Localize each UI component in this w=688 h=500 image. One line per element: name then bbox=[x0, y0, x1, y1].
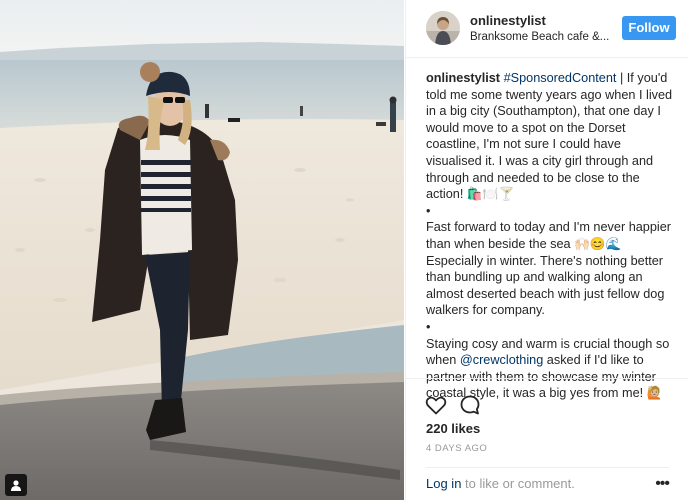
mention-link[interactable]: @crewclothing bbox=[460, 353, 543, 367]
post-caption: onlinestylist #SponsoredContent | If you… bbox=[426, 70, 676, 402]
like-button[interactable] bbox=[424, 393, 448, 417]
caption-bullet-1: • bbox=[426, 203, 431, 218]
location-link[interactable]: Branksome Beach cafe &... bbox=[470, 31, 609, 43]
post-header: onlinestylist Branksome Beach cafe &... … bbox=[406, 0, 688, 58]
header-username[interactable]: onlinestylist bbox=[470, 13, 546, 28]
post-sidebar: onlinestylist Branksome Beach cafe &... … bbox=[405, 0, 688, 500]
beach-photo-illustration bbox=[0, 0, 404, 500]
post-photo[interactable] bbox=[0, 0, 404, 500]
comment-prompt: Log in to like or comment. bbox=[426, 467, 669, 491]
caption-text-1: | If you'd told me some twenty years ago… bbox=[426, 71, 673, 202]
person-tag-icon bbox=[11, 480, 21, 491]
post-timestamp[interactable]: 4 DAYS AGO bbox=[426, 443, 487, 454]
more-options-button[interactable]: ••• bbox=[655, 475, 670, 493]
caption-paragraph-1: onlinestylist #SponsoredContent | If you… bbox=[426, 70, 676, 203]
caption-paragraph-2: Fast forward to today and I'm never happ… bbox=[426, 220, 672, 318]
likes-count[interactable]: 220 likes bbox=[426, 421, 480, 436]
caption-username[interactable]: onlinestylist bbox=[426, 71, 500, 85]
login-link[interactable]: Log in bbox=[426, 476, 461, 491]
avatar-image bbox=[426, 11, 460, 45]
caption-bullet-2: • bbox=[426, 319, 431, 334]
tag-button[interactable] bbox=[5, 474, 27, 496]
comment-prompt-text: to like or comment. bbox=[461, 476, 575, 491]
avatar[interactable] bbox=[426, 11, 460, 45]
heart-icon bbox=[425, 396, 447, 415]
follow-button[interactable]: Follow bbox=[622, 16, 676, 40]
comment-bubble-icon bbox=[460, 395, 480, 415]
comment-button[interactable] bbox=[458, 393, 482, 417]
hashtag-link[interactable]: #SponsoredContent bbox=[504, 71, 617, 85]
post-actions: 220 likes 4 DAYS AGO Log in to like or c… bbox=[406, 378, 688, 493]
